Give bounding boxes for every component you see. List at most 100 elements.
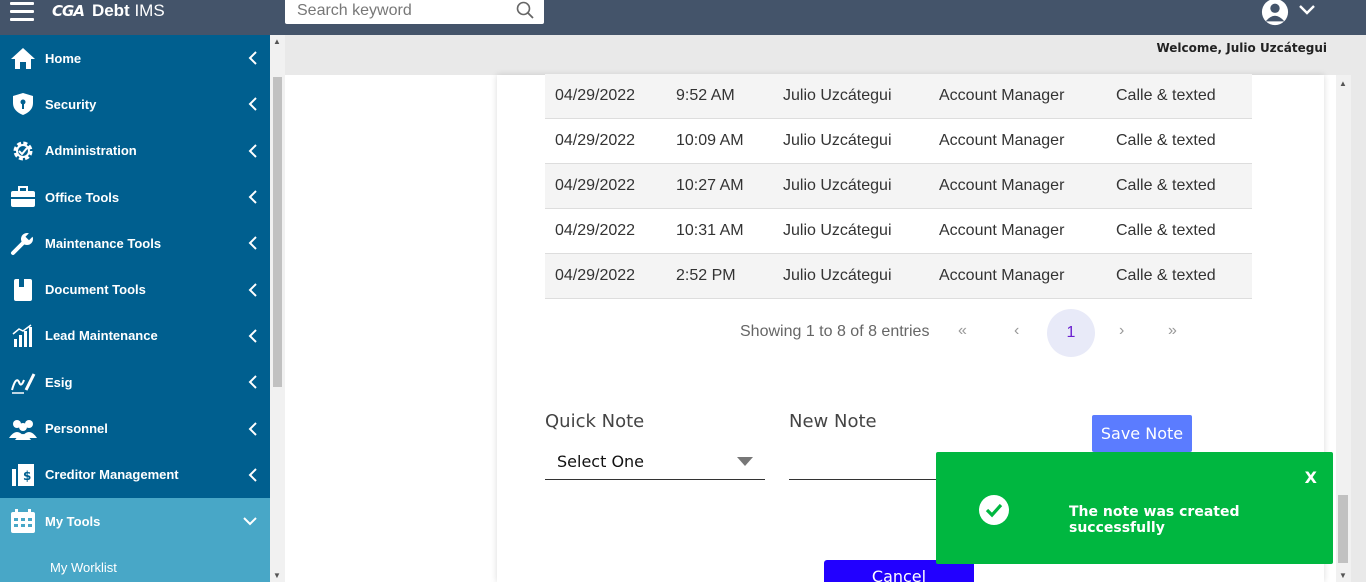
cell-date: 04/29/2022 (555, 132, 636, 149)
chevron-left-icon (248, 375, 257, 389)
last-page-icon[interactable]: » (1168, 322, 1177, 340)
search-icon[interactable] (516, 1, 534, 24)
logo-mark: CGA (52, 2, 85, 20)
cell-role: Account Manager (939, 87, 1065, 104)
ledger-icon: $ (0, 463, 45, 487)
chevron-left-icon (248, 236, 257, 251)
briefcase-icon (0, 186, 45, 208)
new-note-input[interactable] (789, 448, 939, 480)
calendar-icon (0, 508, 45, 534)
cell-time: 10:09 AM (676, 132, 744, 149)
signature-icon (0, 370, 45, 394)
sidebar-item-office-tools[interactable]: Office Tools (0, 174, 270, 220)
table-row: 04/29/2022 9:52 AM Julio Uzcátegui Accou… (545, 74, 1252, 119)
wrench-icon (0, 230, 45, 256)
home-icon (0, 46, 45, 70)
welcome-text: Welcome, Julio Uzcátegui (1156, 41, 1327, 55)
people-icon (0, 418, 45, 440)
hamburger-menu-icon[interactable] (10, 2, 34, 22)
chevron-left-icon (248, 190, 257, 204)
gear-icon (0, 138, 45, 164)
cell-date: 04/29/2022 (555, 177, 636, 194)
quick-note-value: Select One (557, 452, 645, 471)
dropdown-caret-icon (737, 457, 753, 466)
cell-date: 04/29/2022 (555, 222, 636, 239)
sidebar-item-creditor-management[interactable]: $ Creditor Management (0, 452, 270, 498)
scrollbar-thumb[interactable] (1338, 495, 1348, 563)
sidebar-item-home[interactable]: Home (0, 35, 270, 81)
cell-note: Calle & texted (1116, 222, 1216, 239)
chevron-left-icon (248, 97, 257, 112)
welcome-bar: Welcome, Julio Uzcátegui (285, 35, 1351, 75)
cell-user: Julio Uzcátegui (783, 87, 892, 104)
table-row: 04/29/2022 2:52 PM Julio Uzcátegui Accou… (545, 254, 1252, 299)
prev-page-icon[interactable]: ‹ (1014, 322, 1019, 340)
new-note-label: New Note (789, 411, 877, 432)
next-page-icon[interactable]: › (1119, 322, 1124, 340)
cell-time: 10:31 AM (676, 222, 744, 239)
table-row: 04/29/2022 10:09 AM Julio Uzcátegui Acco… (545, 119, 1252, 164)
user-menu[interactable] (1260, 0, 1322, 26)
search-input[interactable] (285, 0, 505, 22)
cell-user: Julio Uzcátegui (783, 267, 892, 284)
chevron-down-icon (243, 517, 257, 526)
sidebar-item-security[interactable]: Security (0, 81, 270, 127)
sidebar-item-lead-maintenance[interactable]: Lead Maintenance (0, 313, 270, 359)
app-logo[interactable]: CGA Debt IMS (52, 0, 165, 22)
sidebar-item-personnel[interactable]: Personnel (0, 405, 270, 451)
cell-note: Calle & texted (1116, 267, 1216, 284)
cell-date: 04/29/2022 (555, 267, 636, 284)
scroll-down-icon[interactable]: ▼ (1339, 571, 1347, 580)
top-bar: CGA Debt IMS (0, 0, 1366, 35)
check-circle-icon (979, 495, 1009, 525)
scroll-up-icon[interactable]: ▲ (1339, 79, 1347, 88)
cell-note: Calle & texted (1116, 87, 1216, 104)
first-page-icon[interactable]: « (958, 322, 967, 340)
cell-user: Julio Uzcátegui (783, 177, 892, 194)
sidebar-item-maintenance-tools[interactable]: Maintenance Tools (0, 220, 270, 266)
cell-user: Julio Uzcátegui (783, 222, 892, 239)
content-scrollbar[interactable]: ▲ ▼ (1336, 75, 1351, 582)
save-note-button[interactable]: Save Note (1092, 415, 1192, 452)
quick-note-select[interactable]: Select One (545, 448, 765, 480)
cell-note: Calle & texted (1116, 132, 1216, 149)
cell-role: Account Manager (939, 132, 1065, 149)
book-icon (0, 278, 45, 302)
chevron-left-icon (248, 51, 257, 65)
user-avatar-icon (1261, 0, 1289, 26)
toast-message: The note was created successfully (1069, 504, 1240, 536)
cell-time: 9:52 AM (676, 87, 735, 104)
quick-note-label: Quick Note (545, 411, 645, 432)
toast-close-button[interactable]: X (1305, 468, 1317, 487)
app-name: Debt IMS (91, 1, 165, 20)
sidebar-item-esig[interactable]: Esig (0, 359, 270, 405)
cell-time: 2:52 PM (676, 267, 736, 284)
cell-time: 10:27 AM (676, 177, 744, 194)
svg-text:$: $ (23, 469, 31, 483)
sidebar-subitem-my-worklist[interactable]: My Worklist (0, 544, 270, 582)
chevron-down-icon (1299, 5, 1315, 15)
search-box (285, 0, 544, 24)
table-row: 04/29/2022 10:27 AM Julio Uzcátegui Acco… (545, 164, 1252, 209)
sidebar: Home Security Administration Office Tool… (0, 35, 270, 582)
table-row: 04/29/2022 10:31 AM Julio Uzcátegui Acco… (545, 209, 1252, 254)
cell-role: Account Manager (939, 177, 1065, 194)
scrollbar-thumb[interactable] (273, 77, 282, 387)
shield-icon (0, 92, 45, 116)
sidebar-item-administration[interactable]: Administration (0, 128, 270, 174)
chevron-left-icon (248, 144, 257, 158)
sidebar-scrollbar[interactable]: ▲ ▼ (270, 35, 285, 582)
pager-info: Showing 1 to 8 of 8 entries (740, 323, 930, 340)
chevron-left-icon (248, 468, 257, 482)
chevron-left-icon (248, 329, 257, 343)
cell-date: 04/29/2022 (555, 87, 636, 104)
chart-icon (0, 324, 45, 348)
sidebar-item-document-tools[interactable]: Document Tools (0, 266, 270, 312)
chevron-left-icon (248, 282, 257, 297)
cell-note: Calle & texted (1116, 177, 1216, 194)
page-1-button[interactable]: 1 (1047, 309, 1095, 357)
scroll-up-icon[interactable]: ▲ (273, 37, 281, 46)
scroll-down-icon[interactable]: ▼ (273, 571, 281, 580)
cell-user: Julio Uzcátegui (783, 132, 892, 149)
sidebar-item-my-tools[interactable]: My Tools (0, 497, 270, 545)
